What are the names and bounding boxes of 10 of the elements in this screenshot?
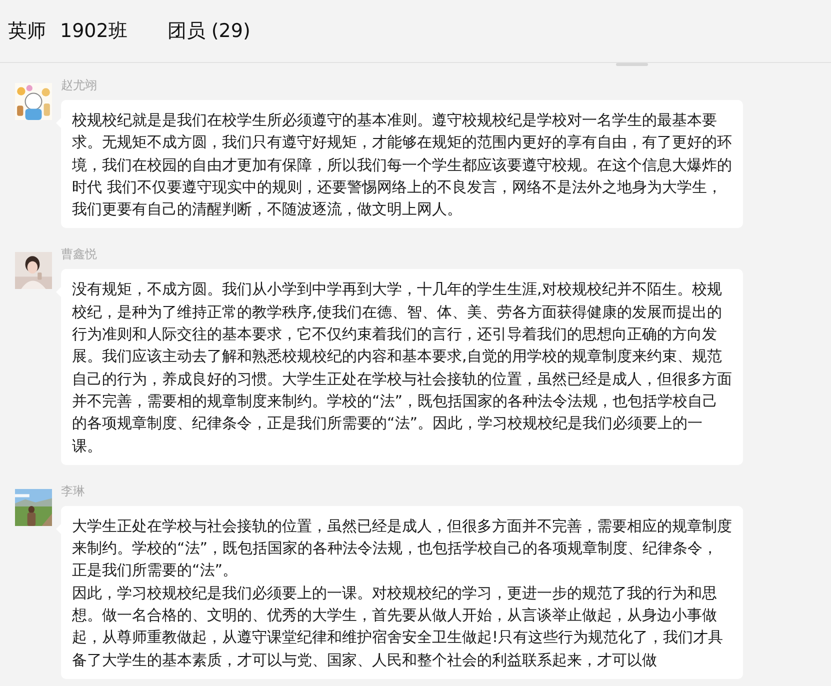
member-count[interactable]: 团员 (29) xyxy=(167,18,250,44)
sender-name: 曹鑫悦 xyxy=(61,246,98,264)
message-paragraph: 校规校纪就是是我们在校学生所必须遵守的基本准则。遵守校规校纪是学校对一名学生的最基本要求。无规矩不成方圆，我们只有遵守好规矩，才能够在规矩的范围内更好的享有自由，有了更好的环境，我们在校园的自由才更加有保障，所以我们每一个学生都应该要遵守校规。在这个信息大爆炸的时代 我们不仅要遵守现实中的规则，还要警惕网络上的不良发言，网络不是法外之地身为大学生，我们更要有自己的清醒判断，不随波逐流，做文明上网人。 xyxy=(72,110,732,220)
message-paragraph: 没有规矩，不成方圆。我们从小学到中学再到大学，十几年的学生生涯,对校规校纪并不陌生。校规校纪，是种为了维持正常的教学秩序,使我们在德、智、体、美、劳各方面获得健康的发展而提出的行为准则和人际交往的基本要求，它不仅约束着我们的言行，还引导着我们的思想向正确的方向发展。我们应该主动去了解和熟悉校规校纪的内容和基本要求,自觉的用学校的规章制度来约束、规范自己的行为，养成良好的习惯。大学生正处在学校与社会接轨的位置，虽然已经是成人，但很多方面并不完善，需要相的规章制度来制约。学校的“法”，既包括国家的各种法令法规，也包括学校自己的各项规章制度、纪律条令，正是我们所需要的“法”。因此，学习校规校纪是我们必须要上的一课。 xyxy=(72,279,732,457)
message-paragraph: 因此，学习校规校纪是我们必须要上的一课。对校规校纪的学习，更进一步的规范了我的行为和思想。做一名合格的、文明的、优秀的大学生，首先要从做人开始，从言谈举止做起，从身边小事做起，从尊师重教做起，从遵守课堂纪律和维护宿舍安全卫生做起!只有这些行为规范化了，我们才具备了大学生的基本素质，才可以与党、国家、人民和整个社会的利益联系起来，才可以做 xyxy=(72,582,724,671)
message-paragraph: 大学生正处在学校与社会接轨的位置，虽然已经是成人，但很多方面并不完善，需要相应的规章制度来制约。学校的“法”，既包括国家的各种法令法规，也包括学校自己的各项规章制度、纪律条令，正是我们所需要的“法”。 xyxy=(72,516,732,582)
sender-name: 李琳 xyxy=(61,482,86,500)
group-name: 1902班 xyxy=(60,19,128,44)
school-name: 英师 xyxy=(8,19,46,44)
sender-name: 赵尤翊 xyxy=(61,77,98,94)
